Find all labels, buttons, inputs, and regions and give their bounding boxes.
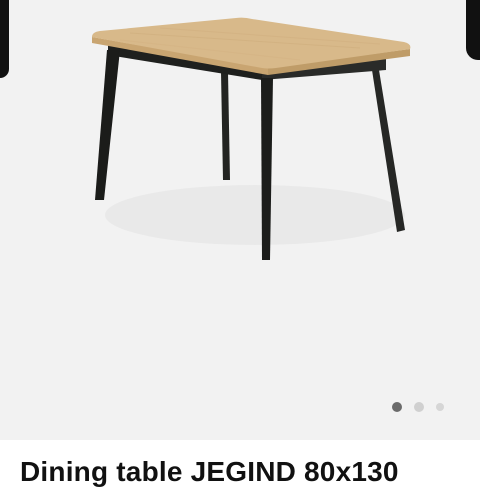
product-title: Dining table JEGIND 80x130 <box>20 456 399 487</box>
product-image-gallery[interactable] <box>0 0 480 440</box>
gallery-pagination <box>392 402 444 412</box>
gallery-dot-1[interactable] <box>392 402 402 412</box>
table-shadow <box>105 185 405 245</box>
product-image[interactable] <box>0 0 480 440</box>
gallery-dot-3[interactable] <box>436 403 444 411</box>
gallery-dot-2[interactable] <box>414 402 424 412</box>
table-leg-front-left <box>95 50 120 200</box>
table-leg-back-left <box>221 72 230 180</box>
